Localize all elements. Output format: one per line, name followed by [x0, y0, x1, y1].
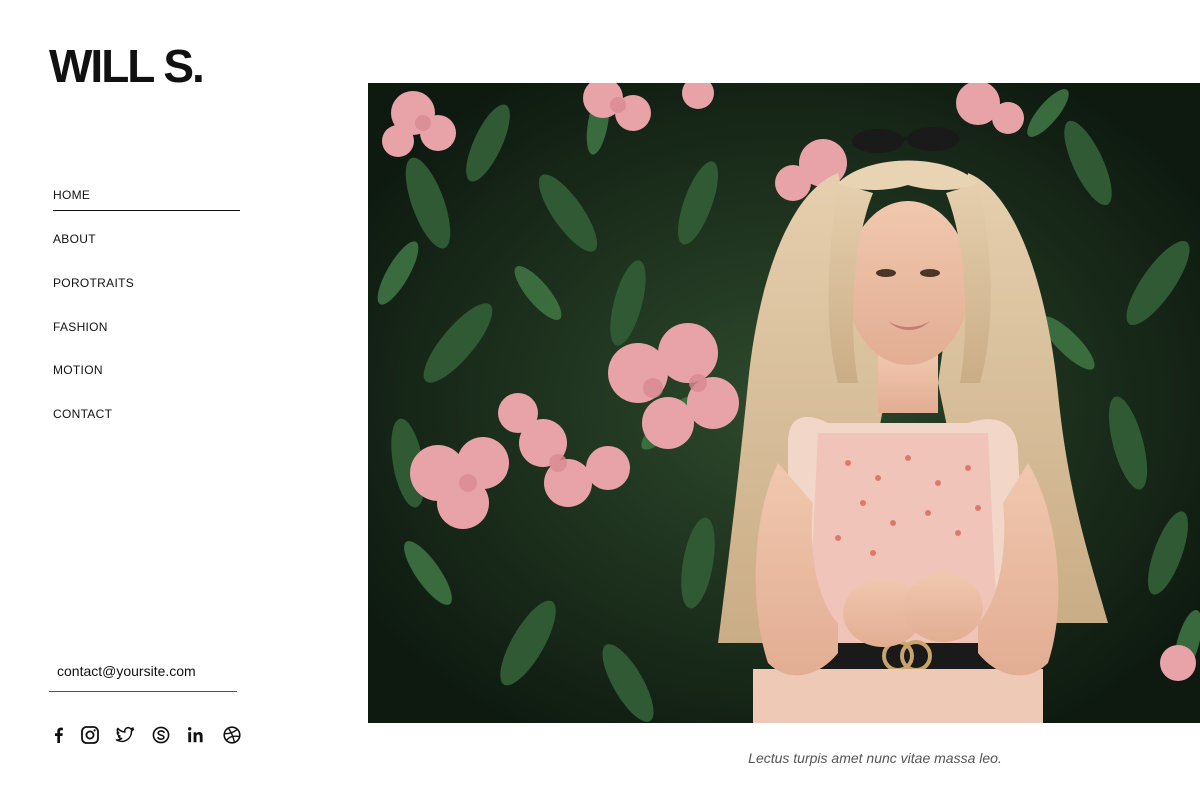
portrait-image [368, 83, 1200, 723]
nav-item-home[interactable]: HOME [53, 183, 240, 211]
nav-item-motion[interactable]: MOTION [53, 358, 240, 382]
instagram-icon[interactable] [80, 725, 100, 745]
photo-caption: Lectus turpis amet nunc vitae massa leo. [748, 750, 1002, 766]
nav-item-about[interactable]: ABOUT [53, 227, 240, 251]
linkedin-icon[interactable] [186, 725, 206, 745]
dribbble-icon[interactable] [222, 725, 242, 745]
site-logo[interactable]: WILL S. [49, 40, 205, 92]
skype-icon[interactable] [151, 725, 171, 745]
nav-item-fashion[interactable]: FASHION [53, 315, 240, 339]
twitter-icon[interactable] [115, 725, 135, 745]
nav-item-contact[interactable]: CONTACT [53, 402, 240, 426]
hero-photo [368, 83, 1200, 723]
facebook-icon[interactable] [49, 725, 69, 745]
contact-email-link[interactable]: contact@yoursite.com [49, 656, 237, 692]
nav-item-portraits[interactable]: POROTRAITS [53, 271, 240, 295]
